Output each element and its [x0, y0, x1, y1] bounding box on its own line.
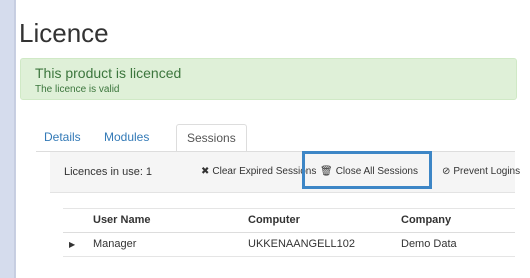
cell-user-name: Manager — [93, 238, 137, 250]
left-sidebar-strip — [0, 0, 15, 278]
licence-status-alert: This product is licenced The licence is … — [20, 58, 517, 100]
column-header-company[interactable]: Company — [401, 209, 451, 232]
highlight-box — [302, 151, 432, 189]
clear-expired-label: Clear Expired Sessions — [212, 166, 317, 177]
cell-computer: UKKENAANGELL102 — [248, 238, 355, 250]
tab-modules[interactable]: Modules — [94, 124, 159, 151]
page-title: Licence — [19, 18, 109, 48]
clear-icon: ✖ — [201, 166, 210, 177]
clear-expired-sessions-button[interactable]: ✖ Clear Expired Sessions — [201, 152, 316, 192]
expand-row-icon[interactable]: ▶ — [69, 233, 75, 256]
table-row[interactable]: ▶ Manager UKKENAANGELL102 Demo Data — [63, 233, 515, 257]
block-icon: ⊘ — [442, 166, 451, 177]
prevent-logins-button[interactable]: ⊘ Prevent Logins — [442, 152, 520, 192]
table-header-row: User Name Computer Company — [63, 209, 515, 233]
alert-subtitle: The licence is valid — [35, 84, 120, 95]
column-header-computer[interactable]: Computer — [248, 209, 300, 232]
cell-company: Demo Data — [401, 238, 457, 250]
sessions-table: User Name Computer Company ▶ Manager UKK… — [63, 209, 515, 257]
alert-title: This product is licenced — [35, 65, 182, 81]
tab-details[interactable]: Details — [34, 124, 91, 151]
sessions-toolbar: Licences in use: 1 ✖ Clear Expired Sessio… — [50, 152, 520, 193]
column-header-user-name[interactable]: User Name — [93, 209, 150, 232]
prevent-logins-label: Prevent Logins — [453, 166, 521, 177]
licences-in-use-label: Licences in use: 1 — [64, 166, 153, 178]
tab-sessions[interactable]: Sessions — [176, 124, 247, 153]
